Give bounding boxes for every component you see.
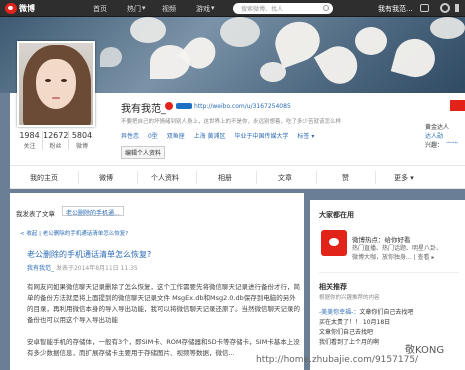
rec-text: 文章你们自己去找吧 — [319, 329, 374, 336]
avatar-eye — [61, 79, 67, 82]
cover-flower — [260, 62, 286, 82]
meta-zodiac[interactable]: 双鱼座 — [167, 133, 185, 140]
rec-user[interactable]: -美美你幸福-： — [319, 309, 359, 316]
profile-meta: 异性恋 0型 双鱼座 上海 黄浦区 毕业于中国传媒大学 标签 ▾ — [121, 131, 321, 140]
nav-hot-arrow[interactable]: ▾ — [142, 4, 146, 12]
promo-description: 热门直播、热门话题、明星八卦、 — [352, 245, 443, 252]
top-nav-bar: 微博 首页 热门 ▾ 视频 游戏 ▾ 搜索微博、找人 我有我范... — [0, 0, 465, 17]
tab-profile-info[interactable]: 个人资料 — [151, 173, 179, 183]
tab-divider — [196, 171, 197, 184]
edit-profile-button[interactable]: 编辑个人资料 — [121, 146, 166, 159]
nav-video[interactable]: 视频 — [162, 4, 176, 14]
tab-my-home[interactable]: 我的主页 — [30, 173, 58, 183]
tab-divider — [137, 171, 138, 184]
article-author[interactable]: 我有我范_ — [27, 265, 54, 272]
stat-number: 1984 — [19, 131, 40, 140]
page-up-button[interactable] — [444, 143, 458, 159]
stat-label: 关注 — [23, 143, 36, 150]
cover-flower — [220, 17, 260, 47]
avatar-face — [36, 59, 76, 109]
cover-flower — [355, 27, 387, 55]
logo-text: 微博 — [19, 4, 35, 13]
tab-likes[interactable]: 赞 — [342, 173, 349, 183]
nav-home[interactable]: 首页 — [93, 4, 107, 14]
cover-flower — [130, 17, 166, 43]
message-icon[interactable] — [420, 4, 429, 12]
expert-badge[interactable]: 达人勋 — [425, 131, 443, 140]
rec-text: 买在太贵了！！ 10月18日 — [319, 319, 391, 326]
tab-divider — [256, 171, 257, 184]
stat-followers[interactable]: 12672 粉丝 — [43, 131, 69, 150]
meta-orientation[interactable]: 异性恋 — [121, 133, 139, 140]
sidebar-divider — [319, 272, 459, 273]
tab-weibo[interactable]: 微博 — [99, 173, 113, 183]
search-placeholder: 搜索微博、找人 — [241, 6, 284, 13]
tab-divider — [316, 171, 317, 184]
stat-number: 12672 — [43, 131, 69, 140]
related-subtitle: 根据你的兴趣推荐的内容 — [319, 295, 380, 301]
stat-number: 5804 — [71, 131, 93, 140]
cover-flower — [390, 34, 440, 82]
meta-blood-type[interactable]: 0型 — [148, 133, 158, 140]
related-title: 相关推荐 — [319, 283, 347, 291]
level-label[interactable]: 黄金达人 — [425, 122, 449, 131]
meta-location[interactable]: 上海 黄浦区 — [194, 133, 226, 140]
recommendation-item[interactable]: 我们看到了上个月的啊 — [319, 337, 379, 346]
cover-flower — [430, 17, 465, 39]
avatar[interactable] — [17, 41, 95, 127]
profile-bio: 不要把自己的坏情绪到别人身上，这世界上的不是你，永远别想着，吃了多少苦就该怎么样 — [121, 119, 342, 125]
search-input[interactable]: 搜索微博、找人 — [233, 3, 333, 14]
nav-game[interactable]: 游戏 — [196, 4, 210, 14]
meta-school[interactable]: 毕业于中国传媒大学 — [234, 133, 288, 140]
weibo-eye-icon — [5, 3, 17, 14]
profile-name: 我有我范_ — [121, 104, 166, 115]
collapse-breadcrumb[interactable]: < 收起 | 老公删除的手机通话清单怎么恢复? — [20, 229, 128, 237]
profile-stats: 1984 关注 12672 粉丝 5804 微博 — [17, 131, 95, 150]
weibo-url-badge-icon — [176, 103, 192, 109]
tab-album[interactable]: 相册 — [218, 173, 232, 183]
rec-text: 我们看到了上个月的啊 — [319, 339, 380, 346]
compose-icon[interactable] — [455, 4, 463, 12]
meta-tags[interactable]: 标签 ▾ — [297, 133, 314, 140]
recommendation-item[interactable]: -美美你幸福-：文章你们自己去找吧 — [319, 307, 413, 316]
badge-icon[interactable] — [450, 100, 465, 111]
article-date: 发表于2014年8月11日 11:35 — [55, 265, 138, 272]
avatar-eye — [45, 79, 51, 82]
promo-description[interactable]: 微博大咖，放你独身... | 查看 ▸ — [352, 252, 434, 261]
recommendation-item[interactable]: 文章你们自己去找吧 — [319, 327, 373, 336]
profile-url[interactable]: http://weibo.com/u/3167254085 — [194, 103, 291, 110]
feed-header: 我发表了文章 — [16, 210, 55, 218]
interest-label: 兴趣： — [425, 142, 444, 149]
tab-more[interactable]: 更多 ▾ — [394, 173, 414, 183]
vip-badge-icon[interactable] — [165, 102, 173, 110]
search-icon[interactable] — [323, 5, 329, 11]
tab-divider — [375, 171, 376, 184]
recommendation-item[interactable]: 买在太贵了！！ 10月18日 — [319, 317, 390, 326]
article-title[interactable]: 老公删除的手机通话清单怎么恢复? — [27, 249, 151, 260]
feed-panel: 我发表了文章 老公删除的手机通... < 收起 | 老公删除的手机通话清单怎么恢… — [10, 193, 304, 370]
cover-flower — [100, 47, 122, 67]
rec-text: 文章你们自己去找吧 — [359, 309, 414, 316]
avatar-mouth — [52, 97, 60, 99]
settings-gear-icon[interactable] — [440, 3, 450, 13]
profile-tabs: 我的主页 微博 个人资料 相册 文章 赞 更多 ▾ — [10, 165, 465, 189]
article-paragraph: 有网友问如果微信聊天记录删除了怎么恢复，这个工作需要先将微信聊天记录进行备份才行… — [27, 283, 300, 324]
stat-label: 微博 — [75, 143, 88, 150]
stat-posts[interactable]: 5804 微博 — [69, 131, 95, 150]
weibo-logo[interactable]: 微博 — [5, 2, 35, 15]
nav-game-arrow[interactable]: ▾ — [211, 4, 215, 12]
watermark-url: http://home.zhubajie.com/9157175/ — [256, 355, 419, 365]
weibo-hot-icon[interactable] — [321, 230, 347, 256]
tab-divider — [78, 171, 79, 184]
article-tag-link[interactable]: 老公删除的手机通... — [62, 206, 124, 217]
article-byline: 我有我范_ 发表于2014年8月11日 11:35 — [27, 263, 138, 272]
tab-articles[interactable]: 文章 — [278, 173, 292, 183]
nav-hot[interactable]: 热门 — [127, 4, 141, 14]
watermark-kong: 敬KONG — [405, 345, 445, 356]
sidebar-title: 大家都在用 — [319, 211, 354, 219]
current-user-link[interactable]: 我有我范... — [378, 4, 413, 14]
stat-label: 粉丝 — [49, 143, 62, 150]
stat-following[interactable]: 1984 关注 — [17, 131, 43, 150]
